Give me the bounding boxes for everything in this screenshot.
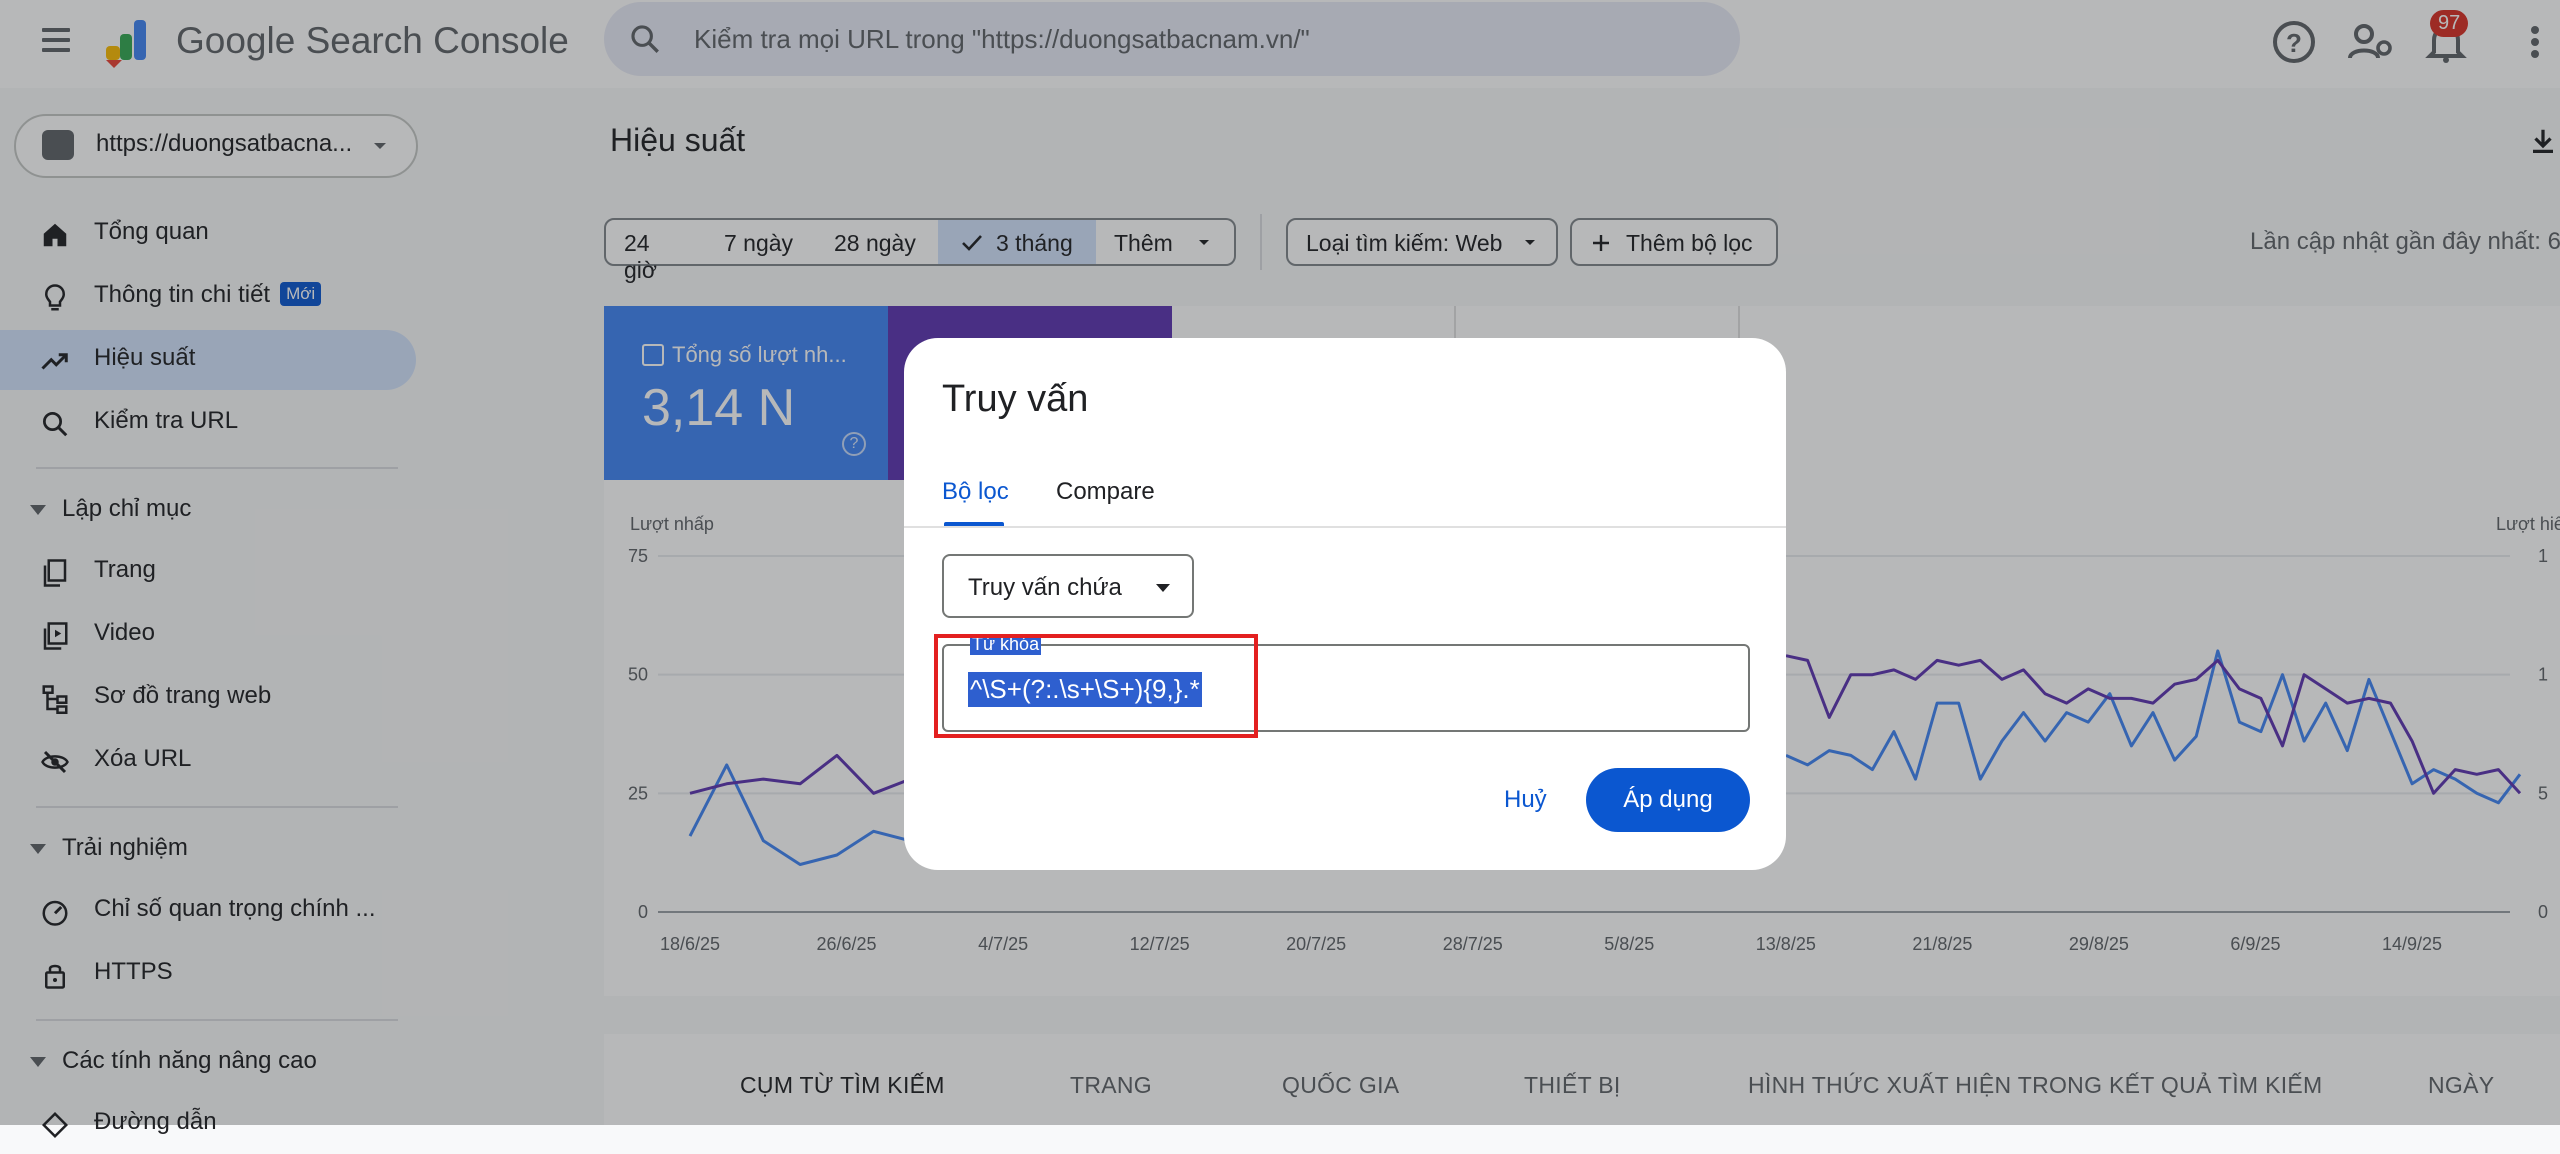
tab-divider: [904, 526, 1786, 528]
apply-button[interactable]: Áp dụng: [1586, 768, 1750, 832]
tab-compare[interactable]: Compare: [1056, 478, 1155, 506]
cancel-button[interactable]: Huỷ: [1504, 786, 1547, 814]
select-value: Truy vấn chứa: [968, 574, 1122, 601]
query-filter-dialog: Truy vấn Bộ lọc Compare Truy vấn chứa Từ…: [904, 338, 1786, 870]
chevron-down-icon: [1156, 584, 1170, 592]
highlight-annotation-box: [934, 634, 1258, 738]
tab-filter[interactable]: Bộ lọc: [942, 478, 1009, 506]
query-operator-select[interactable]: Truy vấn chứa: [942, 554, 1194, 618]
dialog-title: Truy vấn: [942, 378, 1089, 420]
